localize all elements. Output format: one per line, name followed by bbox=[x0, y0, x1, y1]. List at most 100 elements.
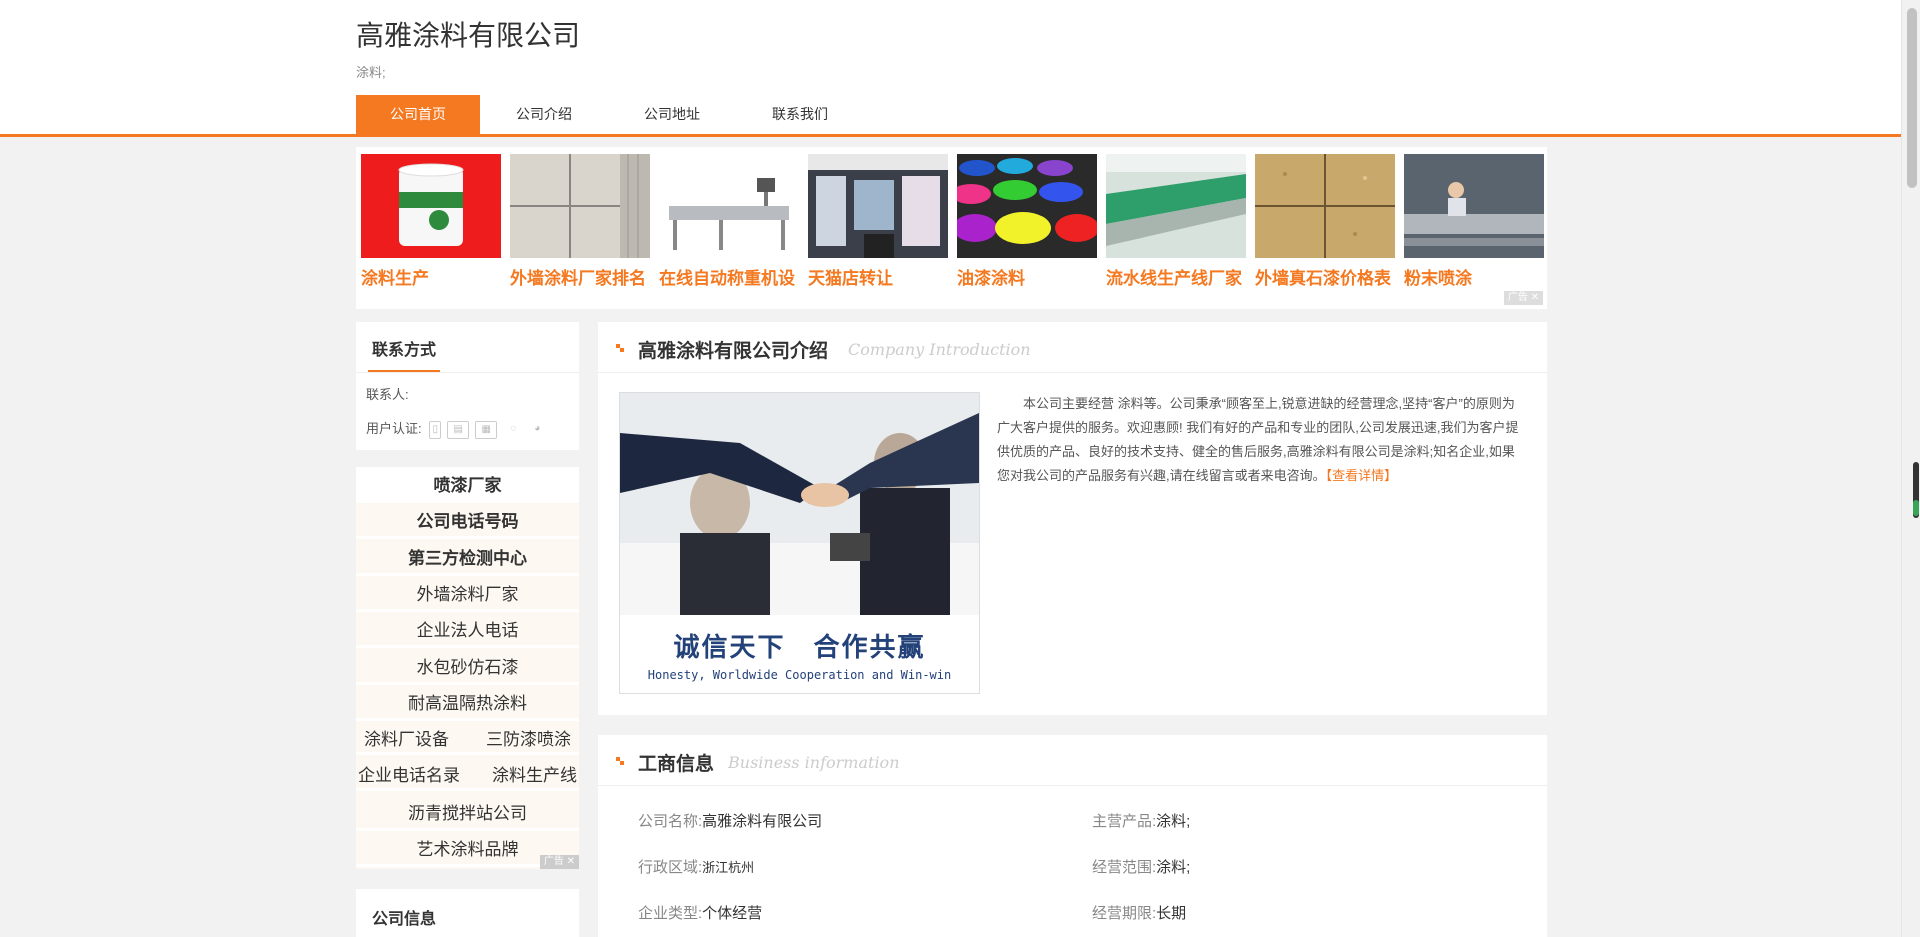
paint-cans-image bbox=[957, 154, 1097, 258]
keyword-link[interactable]: 艺术涂料品牌 bbox=[417, 835, 519, 860]
ad-item[interactable]: 在线自动称重机设 bbox=[659, 154, 799, 289]
weighing-machine-image bbox=[659, 154, 799, 258]
keyword-row: 企业电话名录 涂料生产线 bbox=[356, 758, 579, 791]
keyword-link[interactable]: 企业法人电话 bbox=[417, 616, 519, 641]
ad-item[interactable]: 涂料生产 bbox=[361, 154, 501, 289]
banner-slogan-en: Honesty, Worldwide Cooperation and Win-w… bbox=[647, 668, 952, 682]
handshake-image bbox=[620, 393, 979, 615]
nav-contact[interactable]: 联系我们 bbox=[736, 95, 864, 134]
keyword-row: 外墙涂料厂家 bbox=[356, 576, 579, 612]
keyword-link[interactable]: 喷漆厂家 bbox=[434, 471, 502, 496]
keyword-link[interactable]: 耐高温隔热涂料 bbox=[408, 689, 527, 714]
keyword-row: 企业法人电话 bbox=[356, 612, 579, 648]
biz-field: 经营期限:长期 bbox=[1092, 902, 1186, 923]
intro-section: 高雅涂料有限公司介绍 Company Introduction 诚信天下 合作共… bbox=[598, 322, 1547, 715]
biz-value: 涂料; bbox=[1156, 859, 1191, 876]
intro-title-en: Company Introduction bbox=[848, 340, 1031, 359]
business-section: 工商信息 Business information 公司名称:高雅涂料有限公司 … bbox=[598, 735, 1547, 937]
biz-value: 涂料; bbox=[1156, 813, 1191, 830]
keyword-row: 涂料厂设备 三防漆喷涂 bbox=[356, 722, 579, 755]
intro-title: 高雅涂料有限公司介绍 bbox=[638, 341, 829, 362]
biz-value: 浙江杭州 bbox=[702, 860, 755, 875]
scroll-indicator-active bbox=[1913, 500, 1919, 516]
wechat-icon: ◌ bbox=[510, 422, 517, 434]
intro-text: 本公司主要经营 涂料等。公司秉承“顾客至上,锐意进缺的经营理念,坚持“客户”的原… bbox=[997, 392, 1519, 488]
scrollbar-thumb[interactable] bbox=[1907, 8, 1917, 188]
business-title-en: Business information bbox=[728, 753, 900, 772]
company-info-title: 公司信息 bbox=[372, 911, 437, 928]
biz-key: 企业类型: bbox=[638, 905, 703, 922]
cert-icons: ▯ ▤ ▦ ◌ ◕ bbox=[429, 420, 545, 439]
keyword-link[interactable]: 企业电话名录 bbox=[358, 761, 460, 786]
ad-close-tag[interactable]: 广告 ✕ bbox=[1503, 291, 1543, 305]
main-nav: 公司首页 公司介绍 公司地址 联系我们 bbox=[356, 95, 864, 134]
user-auth-label: 用户认证: bbox=[366, 421, 422, 436]
keyword-row: 耐高温隔热涂料 bbox=[356, 685, 579, 721]
section-mark-icon bbox=[616, 757, 624, 765]
intro-banner: 诚信天下 合作共赢 Honesty, Worldwide Cooperation… bbox=[620, 615, 979, 693]
wall-panel-image bbox=[510, 154, 650, 258]
keyword-link[interactable]: 外墙涂料厂家 bbox=[417, 580, 519, 605]
keyword-row: 第三方检测中心 bbox=[356, 540, 579, 576]
ad-label[interactable]: 外墙涂料厂家排名 bbox=[510, 264, 650, 289]
ad-item[interactable]: 外墙真石漆价格表 bbox=[1255, 154, 1395, 289]
keyword-row: 水包砂仿石漆 bbox=[356, 649, 579, 685]
nav-home[interactable]: 公司首页 bbox=[356, 95, 480, 134]
globe-icon: ◕ bbox=[534, 422, 541, 434]
biz-value: 高雅涂料有限公司 bbox=[702, 813, 823, 830]
site-subtitle: 涂料; bbox=[356, 65, 386, 80]
contact-box: 联系方式 联系人: 用户认证: ▯ ▤ ▦ ◌ ◕ bbox=[356, 322, 579, 450]
nav-address[interactable]: 公司地址 bbox=[608, 95, 736, 134]
keyword-link[interactable]: 公司电话号码 bbox=[417, 507, 519, 532]
banner-slogan: 诚信天下 合作共赢 bbox=[673, 632, 926, 662]
business-title: 工商信息 bbox=[638, 754, 715, 775]
keyword-link[interactable]: 涂料生产线 bbox=[492, 761, 577, 786]
keyword-link[interactable]: 第三方检测中心 bbox=[408, 544, 527, 569]
ad-item[interactable]: 油漆涂料 bbox=[957, 154, 1097, 289]
license-icon: ▦ bbox=[475, 420, 498, 439]
keyword-link[interactable]: 三防漆喷涂 bbox=[486, 725, 571, 750]
intro-paragraph: 本公司主要经营 涂料等。公司秉承“顾客至上,锐意进缺的经营理念,坚持“客户”的原… bbox=[997, 396, 1519, 483]
biz-key: 行政区域: bbox=[638, 859, 703, 876]
ad-item[interactable]: 流水线生产线厂家 bbox=[1106, 154, 1246, 289]
paint-bucket-image bbox=[361, 154, 501, 258]
site-header: 高雅涂料有限公司 涂料; 公司首页 公司介绍 公司地址 联系我们 bbox=[0, 0, 1902, 137]
ad-item[interactable]: 天猫店转让 bbox=[808, 154, 948, 289]
keyword-row: 公司电话号码 bbox=[356, 503, 579, 539]
keyword-link[interactable]: 水包砂仿石漆 bbox=[417, 653, 519, 678]
ad-close-tag[interactable]: 广告 ✕ bbox=[539, 855, 579, 869]
production-line-image bbox=[1106, 154, 1246, 258]
page-scrollbar[interactable] bbox=[1901, 0, 1920, 937]
view-details-link[interactable]: 【查看详情】 bbox=[1326, 468, 1398, 483]
biz-key: 经营范围: bbox=[1092, 859, 1157, 876]
keyword-row: 喷漆厂家 bbox=[356, 467, 579, 503]
contact-person: 联系人: bbox=[366, 387, 409, 402]
biz-field: 公司名称:高雅涂料有限公司 bbox=[638, 810, 822, 831]
ad-label[interactable]: 涂料生产 bbox=[361, 264, 501, 289]
keyword-link[interactable]: 沥青搅拌站公司 bbox=[408, 799, 527, 824]
biz-value: 个体经营 bbox=[702, 905, 763, 922]
ad-item[interactable]: 粉末喷涂 bbox=[1404, 154, 1544, 289]
biz-field: 行政区域:浙江杭州 bbox=[638, 856, 754, 877]
contact-header: 联系方式 bbox=[356, 322, 579, 373]
contact-title: 联系方式 bbox=[372, 342, 437, 359]
ad-label[interactable]: 粉末喷涂 bbox=[1404, 264, 1544, 289]
biz-value: 长期 bbox=[1156, 905, 1187, 922]
ad-label[interactable]: 油漆涂料 bbox=[957, 264, 1097, 289]
ad-label[interactable]: 天猫店转让 bbox=[808, 264, 948, 289]
keyword-row: 沥青搅拌站公司 bbox=[356, 795, 579, 831]
nav-about[interactable]: 公司介绍 bbox=[480, 95, 608, 134]
biz-key: 经营期限: bbox=[1092, 905, 1157, 922]
ad-item[interactable]: 外墙涂料厂家排名 bbox=[510, 154, 650, 289]
phone-icon: ▯ bbox=[429, 420, 442, 439]
ad-label[interactable]: 外墙真石漆价格表 bbox=[1255, 264, 1395, 289]
biz-field: 主营产品:涂料; bbox=[1092, 810, 1190, 831]
ad-label[interactable]: 流水线生产线厂家 bbox=[1106, 264, 1246, 289]
biz-field: 企业类型:个体经营 bbox=[638, 902, 762, 923]
intro-image: 诚信天下 合作共赢 Honesty, Worldwide Cooperation… bbox=[619, 392, 980, 694]
company-info-box: 公司信息 bbox=[356, 889, 579, 937]
stone-texture-image bbox=[1255, 154, 1395, 258]
title-underline bbox=[368, 370, 440, 372]
ad-label[interactable]: 在线自动称重机设 bbox=[659, 264, 799, 289]
keyword-link[interactable]: 涂料厂设备 bbox=[364, 725, 449, 750]
